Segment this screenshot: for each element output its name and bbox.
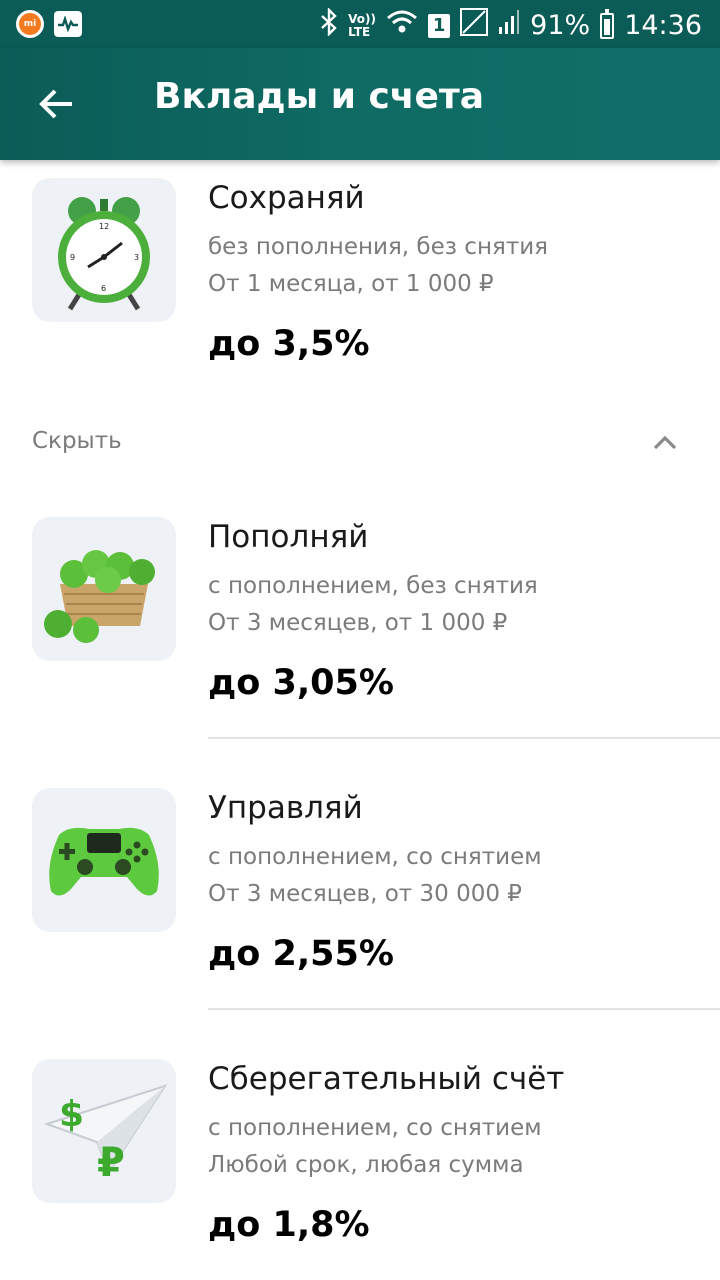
- deposit-card-savings-account[interactable]: $ ₽ Сберегательный счёт с пополнением, с…: [0, 1059, 720, 1259]
- wifi-icon: [386, 9, 418, 42]
- divider: [208, 737, 720, 739]
- deposit-title: Пополняй: [208, 519, 369, 555]
- deposit-rate: до 2,55%: [208, 934, 394, 974]
- paper-plane-money-icon: $ ₽: [32, 1059, 176, 1203]
- svg-text:3: 3: [134, 253, 139, 262]
- deposit-term: От 3 месяцев, от 30 000 ₽: [208, 881, 522, 907]
- chevron-up-icon: [653, 435, 677, 450]
- mi-notification-icon: mi: [16, 10, 44, 38]
- deposit-title: Сохраняй: [208, 180, 365, 216]
- deposit-term: От 3 месяцев, от 1 000 ₽: [208, 610, 508, 636]
- divider: [208, 1008, 720, 1010]
- bluetooth-icon: [320, 7, 338, 43]
- deposit-conditions: с пополнением, со снятием: [208, 844, 542, 870]
- deposit-card-save[interactable]: 12 3 6 9 Сохраняй без пополнения, без сн…: [0, 178, 720, 378]
- activity-notification-icon: [54, 11, 82, 37]
- page-title: Вклады и счета: [154, 76, 485, 117]
- deposit-rate: до 3,05%: [208, 663, 394, 703]
- deposit-title: Сберегательный счёт: [208, 1061, 565, 1097]
- alarm-clock-icon: 12 3 6 9: [32, 178, 176, 322]
- volte-icon: Vo)) LTE: [348, 11, 377, 39]
- deposit-term: Любой срок, любая сумма: [208, 1152, 524, 1178]
- deposit-conditions: без пополнения, без снятия: [208, 234, 549, 260]
- svg-text:6: 6: [101, 284, 106, 293]
- battery-percent: 91%: [530, 10, 591, 41]
- hide-label: Скрыть: [32, 428, 122, 454]
- signal-icon: [498, 9, 520, 42]
- arrow-left-icon: [39, 89, 72, 119]
- deposit-card-manage[interactable]: Управляй с пополнением, со снятием От 3 …: [0, 788, 720, 1010]
- deposit-rate: до 3,5%: [208, 324, 370, 364]
- clock: 14:36: [624, 10, 702, 41]
- sim-1-icon: 1: [428, 13, 451, 38]
- gamepad-icon: [32, 788, 176, 932]
- deposit-term: От 1 месяца, от 1 000 ₽: [208, 271, 494, 297]
- deposit-rate: до 1,8%: [208, 1205, 370, 1245]
- deposit-card-replenish[interactable]: Пополняй с пополнением, без снятия От 3 …: [0, 517, 720, 739]
- signal-empty-icon: [460, 8, 489, 43]
- battery-icon: [600, 8, 615, 39]
- app-bar: Вклады и счета: [0, 48, 720, 160]
- back-button[interactable]: [30, 78, 82, 130]
- svg-text:$: $: [59, 1094, 84, 1135]
- apple-basket-icon: [32, 517, 176, 661]
- deposit-conditions: с пополнением, со снятием: [208, 1115, 542, 1141]
- status-bar: mi Vo)) LTE 1 91% 14:36: [0, 0, 720, 48]
- deposit-title: Управляй: [208, 790, 363, 826]
- deposit-conditions: с пополнением, без снятия: [208, 573, 538, 599]
- svg-text:₽: ₽: [97, 1140, 125, 1186]
- hide-toggle[interactable]: Скрыть: [0, 414, 720, 470]
- svg-text:12: 12: [99, 222, 109, 231]
- svg-text:9: 9: [70, 253, 75, 262]
